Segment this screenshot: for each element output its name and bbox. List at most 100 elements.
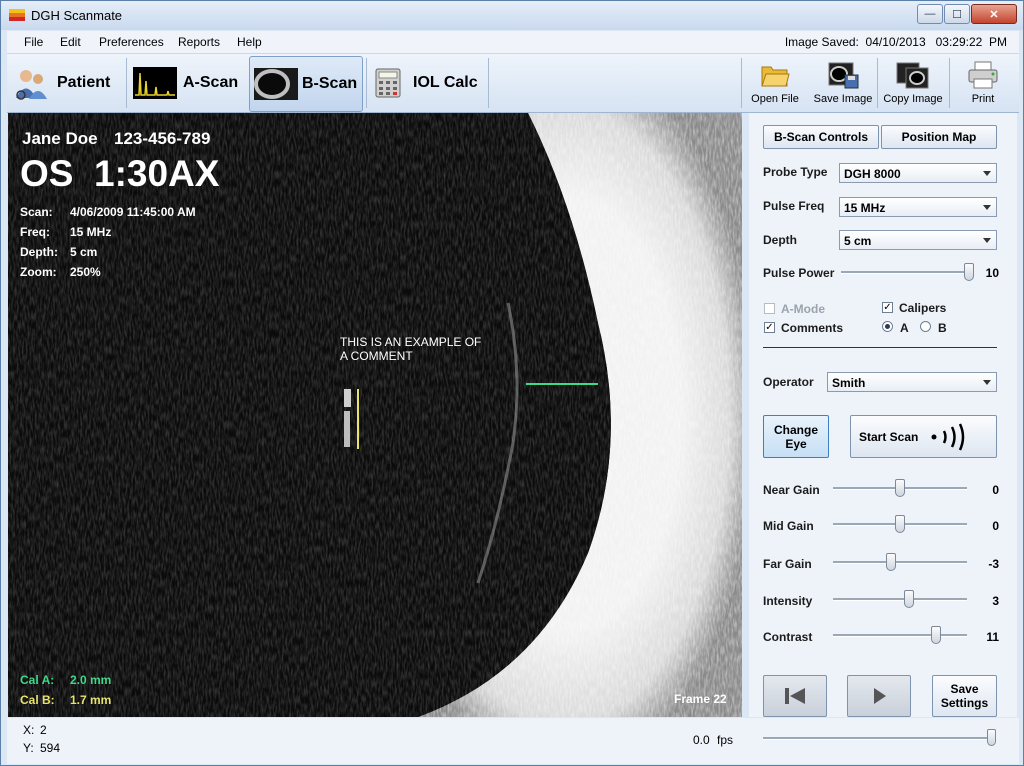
a-mode-label: A-Mode	[781, 302, 825, 316]
menu-file[interactable]: File	[24, 35, 43, 49]
caliper-b-radio[interactable]	[920, 321, 931, 332]
change-eye-label-line-2: Eye	[785, 436, 807, 451]
x-coordinate-label: X:	[23, 723, 35, 737]
contrast-thumb[interactable]	[931, 626, 942, 644]
tab-position-map[interactable]: Position Map	[881, 125, 997, 149]
change-eye-label-line-1: Change	[773, 422, 818, 437]
save-settings-label-line-2: Settings	[940, 696, 989, 710]
scan-signal-icon	[931, 422, 965, 451]
open-file-button[interactable]: Open File	[741, 56, 809, 110]
near-gain-thumb[interactable]	[895, 479, 905, 497]
maximize-button[interactable]: ☐	[944, 4, 970, 24]
frame-scrub-slider[interactable]	[763, 737, 995, 740]
play-button[interactable]	[847, 675, 911, 717]
contrast-value: 11	[986, 630, 999, 644]
tab-a-scan[interactable]: A-Scan	[131, 56, 243, 110]
cal-b-value: 1.7 mm	[70, 693, 112, 707]
calipers-checkbox[interactable]: ✓	[882, 302, 893, 313]
menu-preferences[interactable]: Preferences	[99, 35, 164, 49]
toolbar-divider	[126, 58, 127, 108]
a-mode-checkbox[interactable]	[764, 303, 775, 314]
operator-select[interactable]: Smith	[827, 372, 997, 392]
minimize-button[interactable]: —	[917, 4, 943, 24]
menu-edit[interactable]: Edit	[60, 35, 81, 49]
app-window: DGH Scanmate — ☐ ✕ File Edit Preferences…	[0, 0, 1024, 766]
tab-patient[interactable]: Patient	[11, 56, 123, 110]
save-image-icon	[828, 62, 859, 89]
intensity-slider[interactable]	[833, 598, 967, 601]
previous-frame-button[interactable]	[763, 675, 827, 717]
probe-type-select[interactable]: DGH 8000	[839, 163, 997, 183]
near-gain-value: 0	[992, 483, 999, 497]
cal-a-value: 2.0 mm	[70, 673, 112, 687]
close-button[interactable]: ✕	[971, 4, 1017, 24]
probe-type-value: DGH 8000	[844, 167, 901, 181]
contrast-label: Contrast	[763, 630, 813, 644]
status-bar: X: 2 Y: 594 0.0 fps	[7, 718, 1019, 764]
window-title: DGH Scanmate	[31, 8, 123, 23]
depth-label: Depth	[763, 233, 797, 247]
pulse-power-value: 10	[985, 266, 999, 280]
tab-b-scan-label: B-Scan	[302, 75, 358, 92]
mid-gain-thumb[interactable]	[895, 515, 905, 533]
copy-image-icon	[896, 62, 929, 89]
comment-line-1[interactable]: THIS IS AN EXAMPLE OF	[340, 335, 481, 349]
far-gain-thumb[interactable]	[885, 553, 896, 571]
save-settings-label-line-1: Save	[950, 682, 979, 696]
pulse-freq-select[interactable]: 15 MHz	[839, 197, 997, 217]
panel-divider	[763, 347, 997, 348]
far-gain-slider[interactable]	[833, 561, 967, 564]
depth-info-label: Depth:	[20, 245, 58, 259]
intensity-thumb[interactable]	[904, 590, 915, 608]
patient-icon	[16, 70, 47, 100]
far-gain-value: -3	[988, 557, 999, 571]
probe-type-label: Probe Type	[763, 165, 828, 179]
change-eye-button[interactable]: Change Eye	[763, 415, 829, 458]
b-scan-ultrasound-image	[8, 113, 742, 717]
chevron-down-icon	[983, 380, 991, 385]
a-scan-icon	[133, 67, 177, 99]
print-label: Print	[971, 93, 995, 105]
skip-back-icon	[785, 688, 805, 704]
menu-help[interactable]: Help	[237, 35, 262, 49]
fps-value: 0.0	[693, 733, 710, 747]
open-file-label: Open File	[751, 93, 799, 105]
tab-b-scan[interactable]: B-Scan	[249, 56, 363, 112]
tab-b-scan-controls[interactable]: B-Scan Controls	[763, 125, 879, 149]
pulse-power-slider[interactable]	[841, 271, 973, 274]
zoom-info-label: Zoom:	[20, 265, 57, 279]
depth-select[interactable]: 5 cm	[839, 230, 997, 250]
pulse-freq-label: Pulse Freq	[763, 199, 825, 213]
depth-info-value: 5 cm	[70, 245, 98, 259]
toolbar-divider	[366, 58, 367, 108]
toolbar-divider	[877, 58, 878, 108]
print-button[interactable]: Print	[949, 56, 1017, 110]
play-icon	[874, 688, 886, 704]
save-image-button[interactable]: Save Image	[809, 56, 877, 110]
comment-line-2[interactable]: A COMMENT	[340, 349, 413, 363]
frame-number: Frame 22	[674, 692, 727, 706]
caliper-a-radio[interactable]	[882, 321, 893, 332]
far-gain-label: Far Gain	[763, 557, 812, 571]
copy-image-button[interactable]: Copy Image	[879, 56, 947, 110]
x-coordinate-value: 2	[40, 723, 47, 737]
cal-a-label: Cal A:	[20, 673, 55, 687]
start-scan-button[interactable]: Start Scan	[850, 415, 997, 458]
eye-position: OS 1:30AX	[20, 153, 220, 194]
depth-value: 5 cm	[844, 234, 872, 248]
tab-iol-calc-label: IOL Calc	[413, 74, 478, 91]
save-image-label: Save Image	[813, 93, 873, 105]
pulse-power-thumb[interactable]	[964, 263, 974, 281]
contrast-slider[interactable]	[833, 634, 967, 637]
mid-gain-label: Mid Gain	[763, 519, 814, 533]
tab-iol-calc[interactable]: IOL Calc	[371, 56, 483, 110]
title-bar: DGH Scanmate — ☐ ✕	[1, 1, 1023, 30]
comments-checkbox[interactable]: ✓	[764, 322, 775, 333]
frame-scrub-thumb[interactable]	[987, 729, 996, 746]
y-coordinate-label: Y:	[23, 741, 34, 755]
save-settings-button[interactable]: Save Settings	[932, 675, 997, 717]
b-scan-image-view[interactable]: Jane Doe 123-456-789 OS 1:30AX Scan: 4/0…	[8, 113, 742, 717]
start-scan-label: Start Scan	[859, 429, 919, 444]
scan-info-label: Scan:	[20, 205, 53, 219]
menu-reports[interactable]: Reports	[178, 35, 220, 49]
